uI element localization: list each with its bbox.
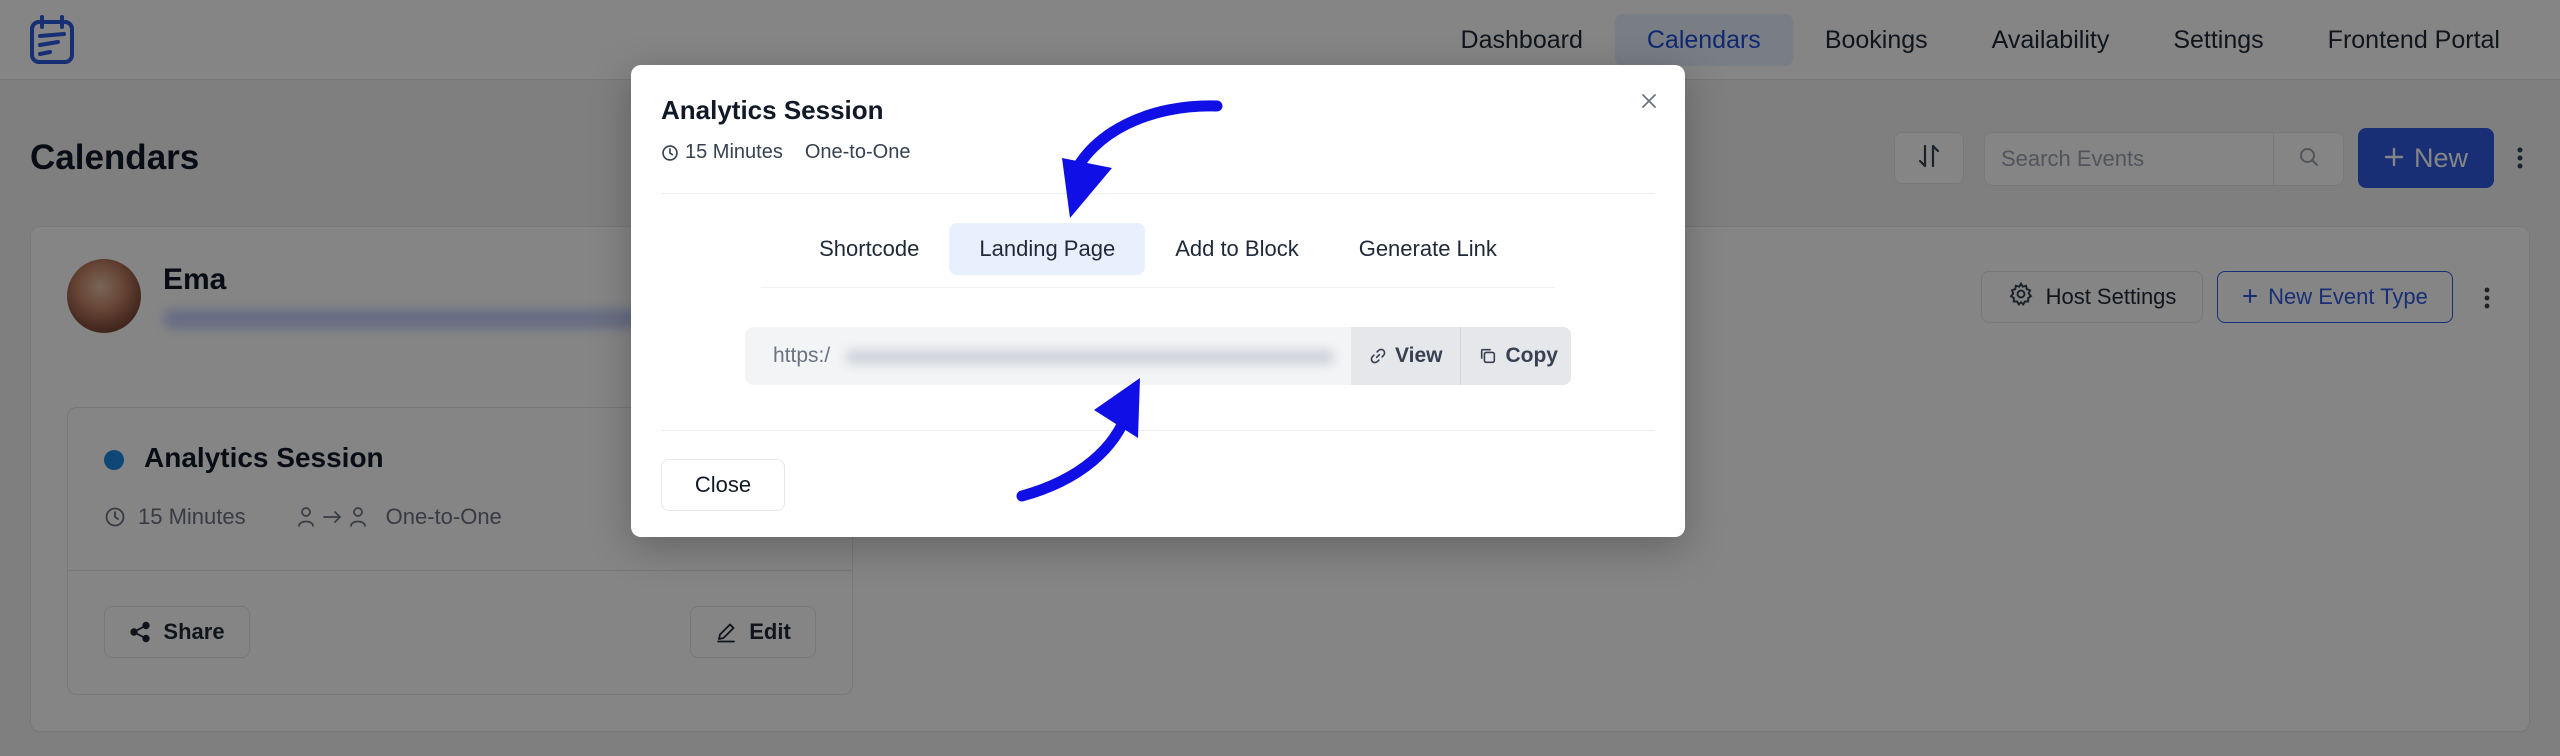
copy-icon	[1479, 347, 1497, 365]
link-icon	[1369, 347, 1387, 365]
share-tabs: Shortcode Landing Page Add to Block Gene…	[631, 223, 1685, 275]
tab-shortcode[interactable]: Shortcode	[789, 223, 949, 275]
close-button[interactable]: Close	[661, 459, 785, 511]
divider	[761, 287, 1555, 288]
close-icon[interactable]	[1637, 89, 1661, 113]
copy-button[interactable]: Copy	[1460, 327, 1571, 385]
tab-landing-page[interactable]: Landing Page	[949, 223, 1146, 275]
share-event-modal: Analytics Session 15 Minutes One-to-One …	[631, 65, 1685, 537]
modal-title: Analytics Session	[661, 95, 884, 125]
view-label: View	[1395, 344, 1443, 367]
clock-icon	[661, 144, 679, 162]
modal-event-type: One-to-One	[804, 141, 911, 163]
copy-label: Copy	[1505, 344, 1558, 367]
landing-page-url[interactable]: https:/	[773, 327, 830, 385]
url-actions: View Copy	[1351, 327, 1571, 385]
divider	[661, 193, 1655, 194]
tab-generate-link[interactable]: Generate Link	[1329, 223, 1527, 275]
tab-add-to-block[interactable]: Add to Block	[1145, 223, 1329, 275]
modal-duration: 15 Minutes	[685, 141, 783, 163]
divider	[661, 430, 1655, 431]
view-button[interactable]: View	[1351, 327, 1460, 385]
url-redacted	[845, 349, 1335, 365]
modal-meta: 15 Minutes One-to-One	[661, 141, 910, 164]
landing-page-url-field: https:/ View Copy	[745, 327, 1571, 385]
